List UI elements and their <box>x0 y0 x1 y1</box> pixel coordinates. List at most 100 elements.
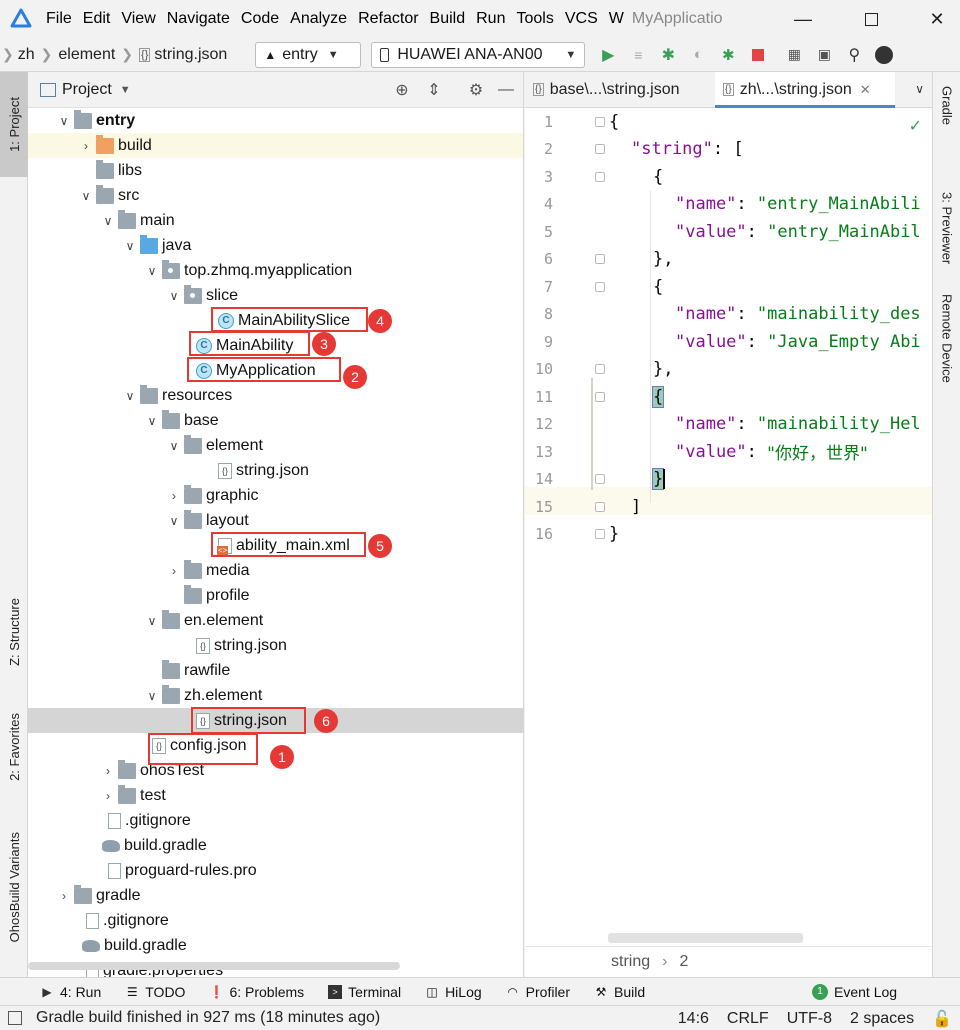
caret-position[interactable]: 14:6 <box>678 1010 709 1028</box>
menu-navigate[interactable]: Navigate <box>167 10 230 28</box>
tree-row-mainabilityslice[interactable]: C MainAbilitySlice <box>28 308 523 333</box>
tree-row-zh-element[interactable]: ∨ zh.element <box>28 683 523 708</box>
menu-run[interactable]: Run <box>476 10 505 28</box>
tree-row-mainability[interactable]: C MainAbility <box>28 333 523 358</box>
code-area[interactable]: { "string": [ { "name": "entry_MainAbili… <box>605 108 932 898</box>
tree-row-layout[interactable]: ∨ layout <box>28 508 523 533</box>
close-tab-icon[interactable]: ✕ <box>860 82 871 98</box>
tool-build[interactable]: ⚒ Build <box>594 984 646 1000</box>
chevron-down-icon[interactable]: ∨ <box>144 614 160 628</box>
editor-horizontal-scrollbar[interactable] <box>608 933 803 943</box>
chevron-down-icon[interactable]: ∨ <box>166 439 182 453</box>
tool-problems[interactable]: ❗ 6: Problems <box>209 984 304 1000</box>
menu-analyze[interactable]: Analyze <box>290 10 347 28</box>
collapse-all-icon[interactable]: ⇕ <box>422 78 446 102</box>
close-icon[interactable]: ✕ <box>914 0 960 38</box>
hide-panel-icon[interactable]: — <box>494 78 518 102</box>
tree-row-proguard[interactable]: proguard-rules.pro <box>28 858 523 883</box>
locate-icon[interactable]: ⊕ <box>390 78 414 102</box>
chevron-down-icon[interactable]: ∨ <box>144 689 160 703</box>
menu-window[interactable]: W <box>609 10 624 28</box>
fold-marker-icon[interactable] <box>595 364 605 374</box>
tree-row-root-build-gradle[interactable]: build.gradle <box>28 933 523 958</box>
tab-previewer[interactable]: 3: Previewer <box>933 192 960 264</box>
chevron-down-icon[interactable]: ∨ <box>78 189 94 203</box>
menu-file[interactable]: File <box>46 10 72 28</box>
fold-marker-icon[interactable] <box>595 254 605 264</box>
device-combo[interactable]: HUAWEI ANA-AN00 ▼ <box>371 41 586 68</box>
menu-vcs[interactable]: VCS <box>565 10 598 28</box>
tool-todo[interactable]: ☰ TODO <box>125 984 186 1000</box>
sdk-manager-icon[interactable]: ▣ <box>809 40 839 70</box>
chevron-down-icon[interactable]: ∨ <box>915 82 924 96</box>
tree-row-entry-gitignore[interactable]: .gitignore <box>28 808 523 833</box>
tree-row-en-string-json[interactable]: {} string.json <box>28 633 523 658</box>
tab-favorites[interactable]: 2: Favorites <box>0 697 28 797</box>
chevron-down-icon[interactable]: ∨ <box>122 389 138 403</box>
menu-refactor[interactable]: Refactor <box>358 10 418 28</box>
tree-row-ability-main-xml[interactable]: ability_main.xml <box>28 533 523 558</box>
menu-edit[interactable]: Edit <box>83 10 111 28</box>
project-horizontal-scrollbar[interactable] <box>28 962 400 970</box>
tab-build-variants[interactable]: OhosBuild Variants <box>0 812 28 962</box>
project-structure-icon[interactable]: ▦ <box>779 40 809 70</box>
lock-icon[interactable]: 🔓 <box>932 1009 952 1029</box>
run-config-combo[interactable]: ▲ entry ▼ <box>255 41 362 68</box>
debug-icon[interactable]: ✱ <box>653 40 683 70</box>
menu-build[interactable]: Build <box>430 10 466 28</box>
editor-breadcrumb-index[interactable]: 2 <box>679 953 688 971</box>
tree-row-package[interactable]: ∨ top.zhmq.myapplication <box>28 258 523 283</box>
fold-marker-icon[interactable] <box>595 117 605 127</box>
chevron-right-icon[interactable]: › <box>100 764 116 778</box>
maximize-icon[interactable] <box>848 0 894 38</box>
attach-debugger-icon[interactable]: ✱ <box>713 40 743 70</box>
editor-breadcrumb-string[interactable]: string <box>611 953 650 971</box>
chevron-down-icon[interactable]: ∨ <box>144 414 160 428</box>
tree-row-profile[interactable]: profile <box>28 583 523 608</box>
tree-row-myapplication[interactable]: C MyApplication <box>28 358 523 383</box>
tab-gradle[interactable]: Gradle <box>933 86 960 125</box>
tree-row-en-element[interactable]: ∨ en.element <box>28 608 523 633</box>
tree-row-slice[interactable]: ∨ slice <box>28 283 523 308</box>
menu-view[interactable]: View <box>121 10 155 28</box>
tree-row-rawfile[interactable]: rawfile <box>28 658 523 683</box>
tool-profiler[interactable]: ◠ Profiler <box>506 984 570 1000</box>
tree-row-src[interactable]: ∨ src <box>28 183 523 208</box>
chevron-down-icon[interactable]: ∨ <box>166 289 182 303</box>
fold-marker-icon[interactable] <box>595 474 605 484</box>
tool-hilog[interactable]: ◫ HiLog <box>425 984 481 1000</box>
fold-marker-icon[interactable] <box>595 144 605 154</box>
tool-run[interactable]: ▶ 4: Run <box>40 984 101 1000</box>
fold-marker-icon[interactable] <box>595 282 605 292</box>
tree-row-root-gitignore[interactable]: .gitignore <box>28 908 523 933</box>
fold-marker-icon[interactable] <box>595 172 605 182</box>
project-panel-title[interactable]: Project <box>62 81 112 99</box>
tree-row-entry-build-gradle[interactable]: build.gradle <box>28 833 523 858</box>
tree-row-graphic[interactable]: › graphic <box>28 483 523 508</box>
tree-row-resources[interactable]: ∨ resources <box>28 383 523 408</box>
tree-row-base-string-json[interactable]: {} string.json <box>28 458 523 483</box>
tab-structure[interactable]: Z: Structure <box>0 572 28 692</box>
chevron-right-icon[interactable]: › <box>78 139 94 153</box>
chevron-down-icon[interactable]: ∨ <box>166 514 182 528</box>
gear-icon[interactable]: ⚙ <box>464 78 488 102</box>
tree-row-main[interactable]: ∨ main <box>28 208 523 233</box>
chevron-right-icon[interactable]: › <box>100 789 116 803</box>
breadcrumb-element[interactable]: element <box>58 46 115 64</box>
tab-remote-device[interactable]: Remote Device <box>933 294 960 383</box>
apply-changes-icon[interactable]: ≡ <box>623 40 653 70</box>
tool-windows-icon[interactable] <box>8 1011 22 1025</box>
status-message[interactable]: Gradle build finished in 927 ms (18 minu… <box>36 1009 380 1027</box>
tree-row-gradle[interactable]: › gradle <box>28 883 523 908</box>
account-icon[interactable] <box>869 40 899 70</box>
chevron-down-icon[interactable]: ▼ <box>120 84 131 96</box>
fold-marker-icon[interactable] <box>595 392 605 402</box>
tree-row-zh-string-json[interactable]: {} string.json <box>28 708 523 733</box>
line-separator[interactable]: CRLF <box>727 1010 769 1028</box>
chevron-right-icon[interactable]: › <box>56 889 72 903</box>
file-encoding[interactable]: UTF-8 <box>787 1010 832 1028</box>
indent-setting[interactable]: 2 spaces <box>850 1010 914 1028</box>
breadcrumb-string-json[interactable]: string.json <box>154 46 227 64</box>
search-icon[interactable]: ⚲ <box>839 40 869 70</box>
breadcrumb-zh[interactable]: zh <box>18 46 35 64</box>
